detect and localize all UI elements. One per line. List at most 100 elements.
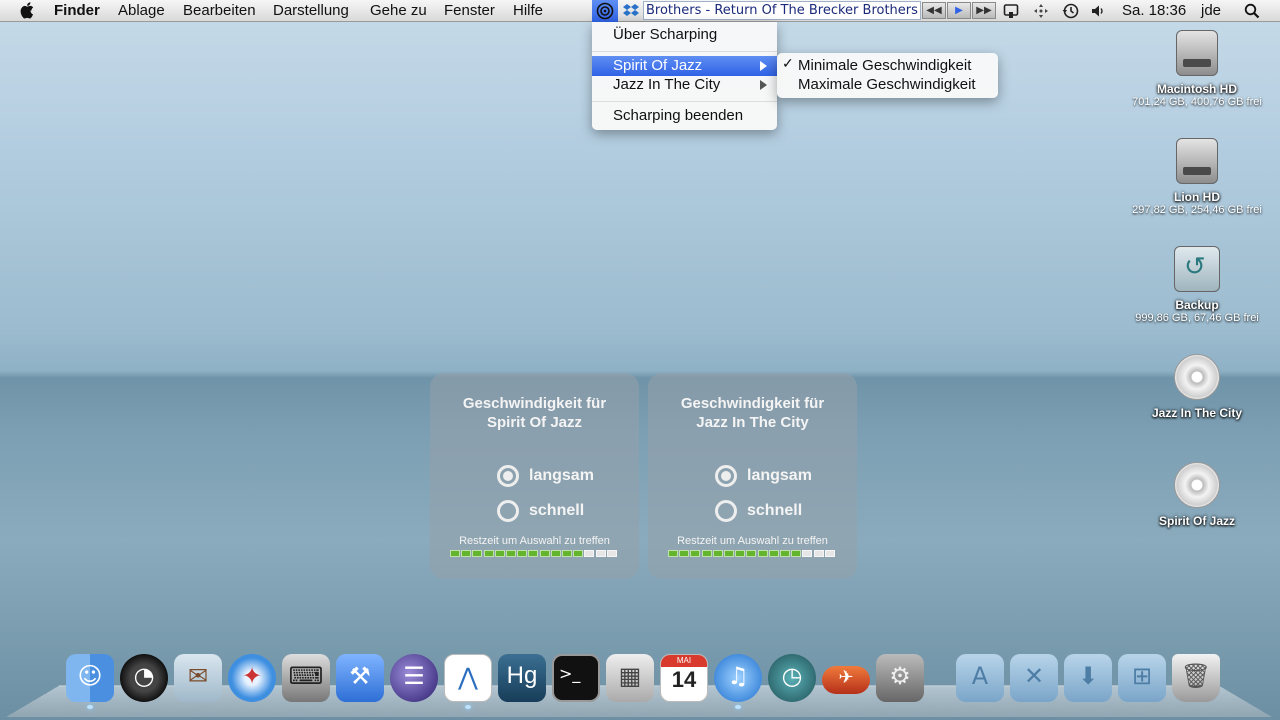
radio-schnell[interactable] (497, 500, 519, 522)
countdown-segment (813, 550, 824, 557)
rewind-button[interactable]: ◀◀ (922, 2, 946, 19)
move-arrows-icon[interactable] (1033, 3, 1049, 19)
countdown-segment (472, 550, 483, 557)
panel-title-line1: Geschwindigkeit für (462, 395, 607, 412)
running-indicator (735, 705, 741, 709)
calendar-month: MAI (661, 655, 707, 667)
submenu-arrow-icon (760, 61, 767, 71)
clock[interactable]: Sa. 18:36 (1122, 2, 1186, 19)
hard-drive-icon (1176, 138, 1218, 184)
dock-downloads-folder[interactable]: ⬇ (1064, 654, 1112, 702)
desktop-icon-macintosh-hd[interactable]: Macintosh HD 701,24 GB, 400,76 GB frei (1122, 30, 1272, 108)
dock-system-preferences[interactable]: ⚙ (876, 654, 924, 702)
dock-utilities-folder[interactable]: ✕ (1010, 654, 1058, 702)
calendar-day: 14 (671, 667, 697, 692)
countdown-segment (573, 550, 584, 557)
menu-item-maximale-geschwindigkeit[interactable]: Maximale Geschwindigkeit (777, 75, 998, 95)
display-mirroring-icon[interactable] (1003, 3, 1019, 19)
desktop-icon-label: Lion HD (1174, 190, 1220, 204)
dock-calculator[interactable]: ▦ (606, 654, 654, 702)
dock-itunes[interactable]: ♫ (714, 654, 762, 702)
menu-fenster[interactable]: Fenster (444, 2, 495, 19)
desktop-icon-lion-hd[interactable]: Lion HD 297,82 GB, 254,46 GB frei (1122, 138, 1272, 216)
menu-finder[interactable]: Finder (54, 2, 100, 19)
dock-mercurial[interactable]: Hg (498, 654, 546, 702)
menu-separator (592, 51, 777, 52)
fast-forward-button[interactable]: ▶▶ (972, 2, 996, 19)
radio-langsam[interactable] (497, 465, 519, 487)
play-icon: ▶ (955, 5, 963, 16)
dock-typewriter[interactable]: ⌨ (282, 654, 330, 702)
terminal-icon: >_ (559, 664, 581, 683)
dock-wunderlist[interactable]: ⋀ (444, 654, 492, 702)
speed-panel-spirit-of-jazz: Geschwindigkeit für Spirit Of Jazz langs… (430, 373, 639, 579)
countdown-hint: Restzeit um Auswahl zu treffen (677, 535, 828, 547)
dock-mailplane[interactable]: ✈ (822, 666, 870, 694)
radio-langsam[interactable] (715, 465, 737, 487)
trash-icon: 🗑 (1180, 662, 1212, 690)
countdown-segment (606, 550, 617, 557)
menu-bearbeiten[interactable]: Bearbeiten (183, 2, 256, 19)
dock-dashboard[interactable]: ◔ (120, 654, 168, 702)
dock-calendar[interactable]: MAI 14 (660, 654, 708, 702)
menu-item-ueber-scharping[interactable]: Über Scharping (592, 25, 777, 45)
radio-label-langsam[interactable]: langsam (747, 467, 812, 485)
countdown-segment (757, 550, 768, 557)
desktop-icon-backup[interactable]: Backup 999,86 GB, 67,46 GB frei (1122, 246, 1272, 324)
dock: ☺ ◔ ✉ ✦ ⌨ ⚒ ☰ ⋀ Hg >_ ▦ MAI 14 ♫ ◷ ✈ ⚙ A… (0, 650, 1280, 710)
download-folder-icon: ⬇ (1077, 662, 1099, 690)
countdown-segment (802, 550, 813, 557)
time-machine-icon[interactable] (1062, 3, 1079, 19)
menu-hilfe[interactable]: Hilfe (513, 2, 543, 19)
countdown-segment (539, 550, 550, 557)
dock-documents-folder[interactable]: ⊞ (1118, 654, 1166, 702)
dock-trash[interactable]: 🗑 (1172, 654, 1220, 702)
scharping-menu: Über Scharping Spirit Of Jazz Jazz In Th… (592, 22, 777, 130)
menu-item-jazz-in-the-city[interactable]: Jazz In The City (592, 75, 777, 95)
desktop-icon-info: 999,86 GB, 67,46 GB frei (1135, 312, 1259, 324)
countdown-segment (668, 550, 678, 557)
spotlight-search-icon[interactable] (1244, 3, 1260, 19)
countdown-segment (768, 550, 779, 557)
menu-gehe-zu[interactable]: Gehe zu (370, 2, 427, 19)
dock-safari[interactable]: ✦ (228, 654, 276, 702)
countdown-segment (461, 550, 472, 557)
dropbox-icon[interactable] (622, 3, 640, 19)
menu-item-minimale-geschwindigkeit[interactable]: Minimale Geschwindigkeit (777, 56, 998, 76)
volume-icon[interactable] (1090, 3, 1106, 19)
desktop-icon-info: 701,24 GB, 400,76 GB frei (1132, 96, 1262, 108)
countdown-segment (690, 550, 701, 557)
scharping-menu-extra[interactable] (592, 0, 618, 22)
desktop-icon-info: 297,82 GB, 254,46 GB frei (1132, 204, 1262, 216)
menu-item-label: Spirit Of Jazz (613, 57, 703, 74)
menu-item-scharping-beenden[interactable]: Scharping beenden (592, 106, 777, 126)
apple-icon[interactable] (20, 1, 36, 19)
calculator-icon: ▦ (618, 662, 642, 690)
countdown-segment (562, 550, 572, 557)
countdown-segment (483, 550, 494, 557)
desktop-icon-jazz-in-the-city[interactable]: Jazz In The City (1122, 354, 1272, 420)
user-name[interactable]: jde (1201, 2, 1221, 19)
radio-schnell[interactable] (715, 500, 737, 522)
dock-time-machine[interactable]: ◷ (768, 654, 816, 702)
gear-icon: ⚙ (889, 662, 911, 690)
submenu-arrow-icon (760, 80, 767, 90)
now-playing-ticker[interactable]: Brothers - Return Of The Brecker Brother… (643, 1, 921, 20)
menu-ablage[interactable]: Ablage (118, 2, 165, 19)
dock-terminal[interactable]: >_ (552, 654, 600, 702)
dock-xcode[interactable]: ⚒ (336, 654, 384, 702)
menu-darstellung[interactable]: Darstellung (273, 2, 349, 19)
radio-label-schnell[interactable]: schnell (747, 502, 802, 520)
countdown-segment (584, 550, 595, 557)
dock-eclipse[interactable]: ☰ (390, 654, 438, 702)
desktop-icon-spirit-of-jazz[interactable]: Spirit Of Jazz (1122, 462, 1272, 528)
play-button[interactable]: ▶ (947, 2, 971, 19)
desktop-icon-label: Backup (1175, 298, 1219, 312)
menu-item-spirit-of-jazz[interactable]: Spirit Of Jazz (592, 56, 777, 76)
dock-finder[interactable]: ☺ (66, 654, 114, 702)
radio-label-langsam[interactable]: langsam (529, 467, 594, 485)
radio-label-schnell[interactable]: schnell (529, 502, 584, 520)
dock-applications-folder[interactable]: A (956, 654, 1004, 702)
dock-mail[interactable]: ✉ (174, 654, 222, 702)
airplane-icon: ✈ (838, 667, 854, 688)
